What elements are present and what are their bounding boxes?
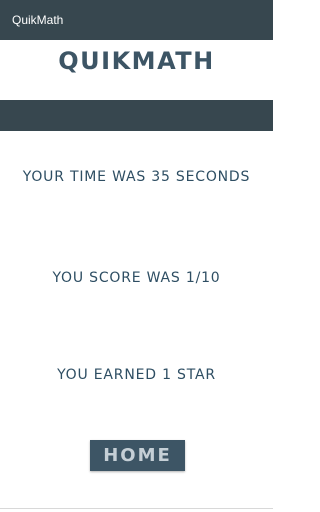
app-bar: QuikMath <box>0 0 273 40</box>
stars-result: YOU EARNED 1 STAR <box>57 367 216 383</box>
bottom-divider <box>0 508 273 509</box>
score-result: YOU SCORE WAS 1/10 <box>52 270 221 286</box>
brand-title: QUIKMATH <box>58 47 215 75</box>
time-result: YOUR TIME WAS 35 SECONDS <box>22 169 251 185</box>
app-title: QuikMath <box>12 13 64 27</box>
header-band <box>0 100 273 131</box>
home-button[interactable]: HOME <box>90 440 185 471</box>
